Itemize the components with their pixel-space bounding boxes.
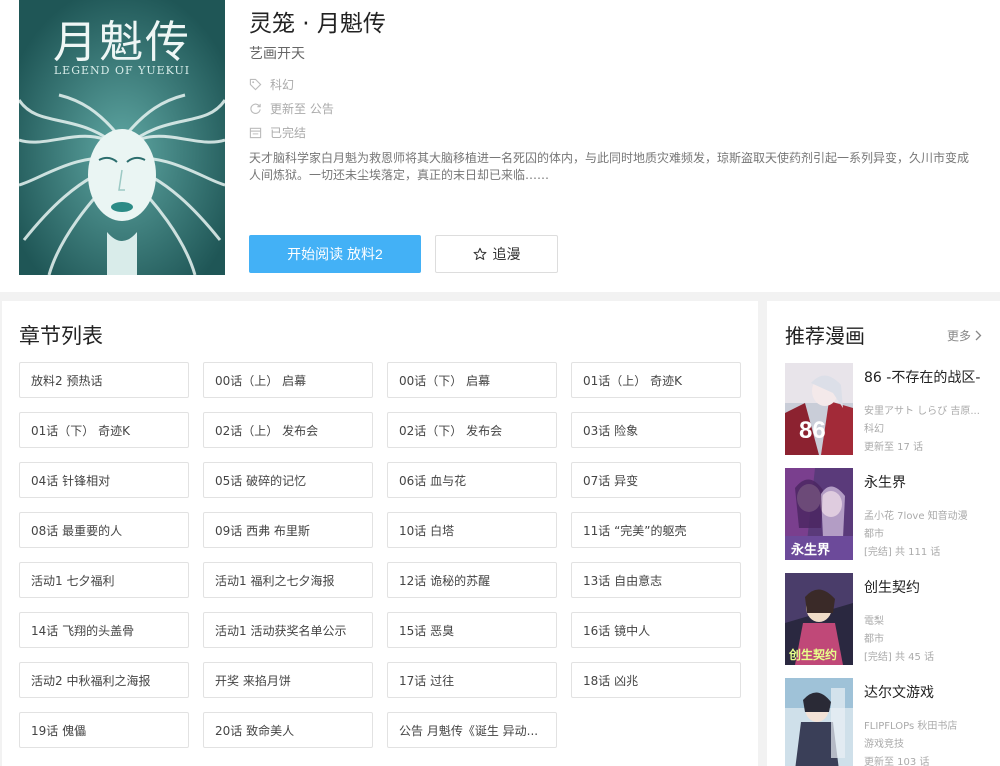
recommendation-update: 更新至 17 话: [864, 442, 924, 453]
chapter-item[interactable]: 04话 针锋相对: [19, 462, 189, 498]
chapter-item[interactable]: 02话（下） 发布会: [387, 412, 557, 448]
refresh-icon: [250, 103, 261, 114]
recommendation-author: 安里アサト しらび 吉原...: [864, 406, 980, 417]
recommendation-item[interactable]: 永生界 永生界 孟小花 7love 知音动漫 都市 [完结] 共 111 话: [785, 468, 1000, 560]
recommendation-genre: 科幻: [864, 424, 884, 435]
chapter-item[interactable]: 19话 傀儡: [19, 712, 189, 748]
meta-status: 已完结: [249, 123, 306, 141]
start-reading-button[interactable]: 开始阅读 放料2: [249, 235, 421, 273]
chapter-item[interactable]: 10话 白塔: [387, 512, 557, 548]
chapter-item[interactable]: 活动1 活动获奖名单公示: [203, 612, 373, 648]
chapter-grid: 放料2 预热话 00话（上） 启幕 00话（下） 启幕 01话（上） 奇迹K 01话（下…: [19, 362, 743, 748]
comic-author[interactable]: 艺画开天: [249, 43, 305, 63]
thumbnail-art: [785, 678, 853, 766]
recommendation-update: [完结] 共 45 话: [864, 652, 935, 663]
recommendation-item[interactable]: 创生契约 创生契约 電梨 都市 [完结] 共 45 话: [785, 573, 1000, 665]
meta-genre: 科幻: [249, 75, 294, 93]
chapter-item[interactable]: 00话（下） 启幕: [387, 362, 557, 398]
recommendation-name[interactable]: 达尔文游戏: [864, 682, 999, 702]
thumbnail-art: 永生界: [785, 468, 853, 560]
recommendation-item[interactable]: 达尔文游戏 FLIPFLOPs 秋田书店 游戏竞技 更新至 103 话: [785, 678, 1000, 766]
chapter-item[interactable]: 07话 异变: [571, 462, 741, 498]
recommendation-name[interactable]: 创生契约: [864, 577, 999, 597]
thumbnail-art: 86: [785, 363, 853, 455]
follow-button-label: 追漫: [492, 246, 521, 262]
recommendation-update: [完结] 共 111 话: [864, 547, 941, 558]
meta-update-text: 更新至 公告: [270, 101, 334, 116]
recommendation-update: 更新至 103 话: [864, 757, 930, 766]
cover-subtitle-text: LEGEND OF YUEKUI: [53, 64, 191, 77]
chapter-item[interactable]: 活动1 七夕福利: [19, 562, 189, 598]
recommendation-author: FLIPFLOPs 秋田书店: [864, 721, 958, 732]
chapter-item[interactable]: 15话 恶臭: [387, 612, 557, 648]
svg-text:86: 86: [799, 417, 826, 444]
thumbnail-art: 创生契约: [785, 573, 853, 665]
comic-description: 天才脑科学家白月魁为救恩师将其大脑移植进一名死囚的体内，与此同时地质灾难频发，琼…: [249, 151, 970, 182]
chapter-item[interactable]: 13话 自由意志: [571, 562, 741, 598]
more-link[interactable]: 更多: [947, 327, 982, 344]
meta-genre-text[interactable]: 科幻: [270, 76, 294, 93]
recommendations-title: 推荐漫画: [785, 324, 865, 348]
follow-button[interactable]: 追漫: [435, 235, 558, 273]
recommendation-thumbnail[interactable]: [785, 678, 853, 766]
chapter-item[interactable]: 活动2 中秋福利之海报: [19, 662, 189, 698]
recommendations-panel: 推荐漫画 更多 86 86 -不存在的战区- 安里アサト しらび 吉原... 科…: [767, 301, 1000, 766]
meta-status-text: 已完结: [270, 125, 307, 140]
chevron-right-icon: [975, 330, 982, 341]
recommendation-genre: 都市: [864, 634, 884, 645]
recommendation-thumbnail[interactable]: 创生契约: [785, 573, 853, 665]
chapter-item[interactable]: 公告 月魁传《诞生 异动...: [387, 712, 557, 748]
chapter-item[interactable]: 00话（上） 启幕: [203, 362, 373, 398]
chapter-item[interactable]: 16话 镜中人: [571, 612, 741, 648]
recommendation-genre: 都市: [864, 529, 884, 540]
cover-title-text: 月魁传: [53, 17, 191, 68]
svg-text:创生契约: 创生契约: [788, 647, 837, 662]
chapter-item[interactable]: 09话 西弗 布里斯: [203, 512, 373, 548]
recommendation-thumbnail[interactable]: 86: [785, 363, 853, 455]
chapter-item[interactable]: 06话 血与花: [387, 462, 557, 498]
chapter-item[interactable]: 03话 险象: [571, 412, 741, 448]
chapter-item[interactable]: 11话 “完美”的躯壳: [571, 512, 741, 548]
recommendation-name[interactable]: 永生界: [864, 472, 999, 492]
recommendation-author: 電梨: [864, 616, 884, 627]
recommendation-item[interactable]: 86 86 -不存在的战区- 安里アサト しらび 吉原... 科幻 更新至 17…: [785, 363, 1000, 455]
chapter-item[interactable]: 20话 致命美人: [203, 712, 373, 748]
chapter-item[interactable]: 开奖 来掐月饼: [203, 662, 373, 698]
comic-cover-image[interactable]: 月魁传 LEGEND OF YUEKUI: [19, 0, 225, 275]
recommendation-genre: 游戏竞技: [864, 739, 904, 750]
chapter-item[interactable]: 08话 最重要的人: [19, 512, 189, 548]
chapter-item[interactable]: 17话 过往: [387, 662, 557, 698]
chapter-item[interactable]: 18话 凶兆: [571, 662, 741, 698]
chapter-item[interactable]: 05话 破碎的记忆: [203, 462, 373, 498]
more-link-label: 更多: [947, 329, 972, 343]
chapter-list-panel: 章节列表 放料2 预热话 00话（上） 启幕 00话（下） 启幕 01话（上） 奇迹K…: [2, 301, 758, 766]
meta-update: 更新至 公告: [249, 99, 334, 117]
chapter-item[interactable]: 活动1 福利之七夕海报: [203, 562, 373, 598]
recommendation-name[interactable]: 86 -不存在的战区-: [864, 367, 999, 387]
tag-icon: [249, 78, 262, 90]
star-icon: [473, 247, 486, 260]
chapter-item[interactable]: 放料2 预热话: [19, 362, 189, 398]
chapter-item[interactable]: 01话（上） 奇迹K: [571, 362, 741, 398]
chapter-item[interactable]: 12话 诡秘的苏醒: [387, 562, 557, 598]
comic-info-card: 月魁传 LEGEND OF YUEKUI 灵笼 · 月魁传 艺画开天 科幻 更新…: [0, 0, 1000, 292]
recommendation-thumbnail[interactable]: 永生界: [785, 468, 853, 560]
svg-text:永生界: 永生界: [790, 542, 830, 558]
recommendation-author: 孟小花 7love 知音动漫: [864, 511, 968, 522]
chapter-list-title: 章节列表: [19, 324, 103, 348]
comic-title: 灵笼 · 月魁传: [249, 11, 386, 37]
chapter-item[interactable]: 02话（上） 发布会: [203, 412, 373, 448]
chapter-item[interactable]: 01话（下） 奇迹K: [19, 412, 189, 448]
chapter-item[interactable]: 14话 飞翔的头盖骨: [19, 612, 189, 648]
calendar-icon: [249, 127, 262, 138]
